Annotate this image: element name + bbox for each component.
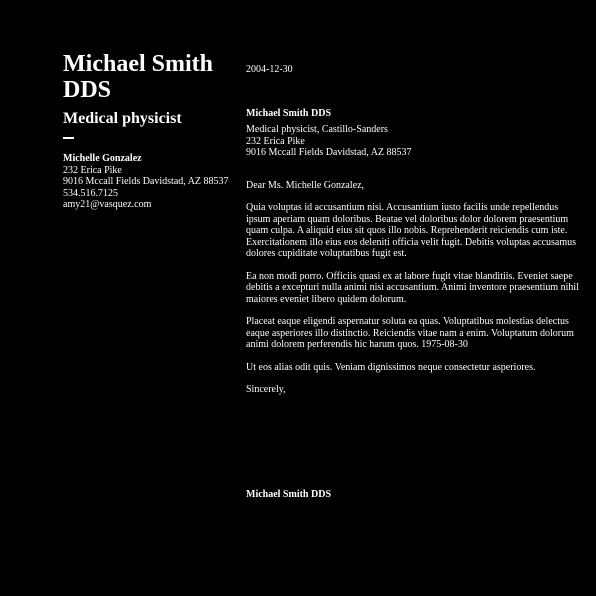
paragraph: Ut eos alias odit quis. Veniam dignissim… <box>246 361 536 373</box>
contact-phone: 534.516.7125 <box>63 187 118 199</box>
paragraph: Ea non modi porro. Officiis quasi ex at … <box>246 270 579 305</box>
paragraph: Quia voluptas id accusantium nisi. Accus… <box>246 202 577 259</box>
closing: Sincerely, <box>246 384 286 395</box>
signature: Michael Smith DDS <box>246 489 331 500</box>
letter-date: 2004-12-30 <box>246 64 293 75</box>
divider <box>63 137 74 139</box>
sender-name: Michael Smith DDS <box>63 51 238 103</box>
sender-name-line1: Michael Smith <box>63 51 213 77</box>
recipient-name: Michael Smith DDS <box>246 107 331 119</box>
letter-body: 2004-12-30 Michael Smith DDS Medical phy… <box>246 64 584 396</box>
sender-title: Medical physicist <box>63 110 182 127</box>
sender-name-line2: DDS <box>63 77 112 103</box>
recipient-street: 232 Erica Pike <box>246 135 305 147</box>
recipient-org: Medical physicist, Castillo-Sanders <box>246 124 388 135</box>
contact-email: amy21@vasquez.com <box>63 199 152 210</box>
recipient-address: Medical physicist, Castillo-Sanders 232 … <box>246 124 584 159</box>
recipient-city: 9016 Mccall Fields Davidstad, AZ 88537 <box>246 147 412 158</box>
contact-name: Michelle Gonzalez <box>63 153 142 164</box>
contact-street: 232 Erica Pike <box>63 164 122 176</box>
paragraph: Placeat eaque eligendi aspernatur soluta… <box>246 316 574 350</box>
sender-panel: Michael Smith DDS Medical physicist Mich… <box>63 51 238 211</box>
salutation: Dear Ms. Michelle Gonzalez, <box>246 179 365 191</box>
contact-block: Michelle Gonzalez 232 Erica Pike 9016 Mc… <box>63 153 238 211</box>
contact-city: 9016 Mccall Fields Davidstad, AZ 88537 <box>63 176 229 187</box>
